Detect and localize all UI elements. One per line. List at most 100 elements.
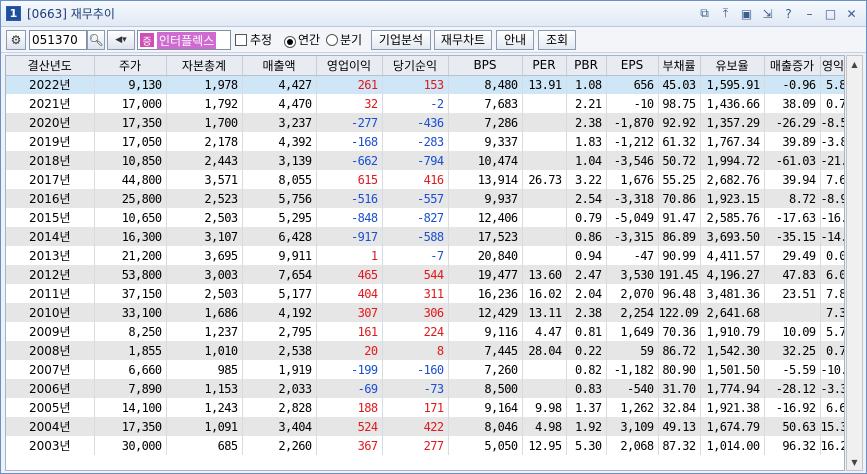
table-row[interactable]: 2015년 10,650 2,503 5,295 -848 -827 12,406 0.79-…	[6, 208, 844, 227]
scroll-down-icon[interactable]: ▼	[847, 454, 862, 470]
speaker-dropdown-icon[interactable]: ◀▾	[107, 30, 135, 50]
table-cell: -61.03	[764, 151, 821, 170]
search-button[interactable]: 조회	[538, 30, 576, 50]
settings-gear-icon[interactable]: ⚙	[6, 30, 26, 50]
column-header[interactable]: 부채률	[658, 56, 701, 76]
screenshot-icon[interactable]: ▣	[738, 5, 755, 22]
table-cell: 7.80	[820, 284, 844, 303]
table-row[interactable]: 2008년 1,855 1,010 2,538 20 8 7,445 28.04 0.22 59 8…	[6, 341, 844, 360]
table-row[interactable]: 2021년 17,000 1,792 4,470 32 -2 7,683 2.21 -10 98.…	[6, 94, 844, 113]
column-header[interactable]: 매출증가	[764, 56, 821, 76]
column-header[interactable]: EPS	[606, 56, 659, 76]
column-header[interactable]: 자본총계	[166, 56, 243, 76]
vertical-scrollbar[interactable]: ▲ ▼	[846, 55, 863, 471]
table-cell: 3,404	[242, 417, 317, 436]
table-row[interactable]: 2020년 17,350 1,700 3,237 -277 -436 7,286 2.38 -1…	[6, 113, 844, 132]
company-name-box[interactable]: 증 인터플렉스	[137, 30, 231, 50]
table-cell: 1.83	[566, 132, 607, 151]
table-cell: 1,243	[166, 398, 243, 417]
table-cell: 3,693.50	[700, 227, 765, 246]
table-row[interactable]: 2009년 8,250 1,237 2,795 161 224 9,116 4.47 0.81 1…	[6, 322, 844, 341]
table-row[interactable]: 2012년 53,800 3,003 7,654 465 544 19,477 13.60 2.…	[6, 265, 844, 284]
table-row[interactable]: 2010년 33,100 1,686 4,192 307 306 12,429 13.11 2.…	[6, 303, 844, 322]
table-row[interactable]: 2013년 21,200 3,695 9,911 1 -7 20,840 0.94 -47 90.…	[6, 246, 844, 265]
column-header[interactable]: 매출액	[242, 56, 317, 76]
column-header[interactable]: PBR	[566, 56, 607, 76]
column-header[interactable]: PER	[522, 56, 567, 76]
table-cell: 1,855	[94, 341, 167, 360]
table-cell: 524	[316, 417, 383, 436]
table-cell: 191.45	[658, 265, 701, 284]
table-cell: 153	[382, 75, 449, 94]
table-cell: 416	[382, 170, 449, 189]
table-cell: -2	[382, 94, 449, 113]
table-cell: 8,480	[448, 75, 523, 94]
table-cell: -277	[316, 113, 383, 132]
table-cell: 6.66	[820, 398, 844, 417]
table-cell: 50.63	[764, 417, 821, 436]
column-header[interactable]: 유보율	[700, 56, 765, 76]
table-cell: 9,130	[94, 75, 167, 94]
company-analysis-button[interactable]: 기업분석	[371, 30, 431, 50]
table-cell: 4.47	[522, 322, 567, 341]
table-row[interactable]: 2022년 9,130 1,978 4,427 261 153 8,480 13.91 1.08…	[6, 75, 844, 94]
maximize-icon[interactable]: □	[822, 5, 839, 22]
table-cell: 15.39	[820, 417, 844, 436]
table-row[interactable]: 2011년 37,150 2,503 5,177 404 311 16,236 16.02 2.…	[6, 284, 844, 303]
table-row[interactable]: 2004년 17,350 1,091 3,404 524 422 8,046 4.98 1.92…	[6, 417, 844, 436]
table-row[interactable]: 2007년 6,660 985 1,919 -199 -160 7,260 0.82 -1,18…	[6, 360, 844, 379]
table-cell: 29.49	[764, 246, 821, 265]
table-cell: 1.04	[566, 151, 607, 170]
table-cell	[522, 132, 567, 151]
table-cell: 23.51	[764, 284, 821, 303]
column-header[interactable]: 결산년도	[6, 56, 95, 76]
annual-radio[interactable]	[284, 34, 296, 54]
resize-icon[interactable]: ⇲	[759, 5, 776, 22]
table-row[interactable]: 2016년 25,800 2,523 5,756 -516 -557 9,937 2.54 -3…	[6, 189, 844, 208]
column-header[interactable]: 영업이익	[316, 56, 383, 76]
link-icon[interactable]: ⧉	[696, 5, 713, 22]
table-cell: 3,139	[242, 151, 317, 170]
column-header[interactable]: 주가	[94, 56, 167, 76]
stock-code-input[interactable]: 051370	[29, 30, 87, 50]
table-row[interactable]: 2005년 14,100 1,243 2,828 188 171 9,164 9.98 1.37…	[6, 398, 844, 417]
column-header[interactable]: BPS	[448, 56, 523, 76]
table-row[interactable]: 2017년 44,800 3,571 8,055 615 416 13,914 26.73 3.…	[6, 170, 844, 189]
table-cell: 1,767.34	[700, 132, 765, 151]
table-cell: 2.21	[566, 94, 607, 113]
table-cell: 1,676	[606, 170, 659, 189]
guide-button[interactable]: 안내	[496, 30, 534, 50]
table-cell: 2011년	[6, 284, 95, 303]
financial-chart-button[interactable]: 재무차트	[434, 30, 492, 50]
table-cell: 44,800	[94, 170, 167, 189]
table-row[interactable]: 2019년 17,050 2,178 4,392 -168 -283 9,337 1.83 -1…	[6, 132, 844, 151]
minimize-icon[interactable]: –	[801, 5, 818, 22]
table-row[interactable]: 2003년 30,000 685 2,260 367 277 5,050 12.95 5.30 2…	[6, 436, 844, 455]
table-cell: 2008년	[6, 341, 95, 360]
scroll-up-icon[interactable]: ▲	[847, 56, 862, 72]
table-cell: 5.30	[566, 436, 607, 455]
table-cell: 1,923.15	[700, 189, 765, 208]
estimate-checkbox[interactable]	[235, 34, 247, 54]
help-icon[interactable]: ?	[780, 5, 797, 22]
table-row[interactable]: 2014년 16,300 3,107 6,428 -917 -588 17,523 0.86-…	[6, 227, 844, 246]
table-row[interactable]: 2018년 10,850 2,443 3,139 -662 -794 10,474 1.04-…	[6, 151, 844, 170]
table-cell: 1,357.29	[700, 113, 765, 132]
table-cell: -3,318	[606, 189, 659, 208]
table-cell: 9.98	[522, 398, 567, 417]
table-cell: 1,686	[166, 303, 243, 322]
table-cell: 16,236	[448, 284, 523, 303]
table-cell: 2,178	[166, 132, 243, 151]
table-cell: 0.86	[566, 227, 607, 246]
table-cell: 4,411.57	[700, 246, 765, 265]
column-header[interactable]: 당기순익	[382, 56, 449, 76]
column-header[interactable]: 영익률	[820, 56, 844, 76]
search-icon[interactable]: 🔍︎	[87, 30, 105, 50]
table-cell: 2003년	[6, 436, 95, 455]
close-icon[interactable]: ✕	[843, 5, 860, 22]
quarter-radio[interactable]	[326, 34, 338, 54]
table-cell: 0.83	[566, 379, 607, 398]
table-cell: -26.29	[764, 113, 821, 132]
pin-top-icon[interactable]: ⤒	[717, 5, 734, 22]
table-row[interactable]: 2006년 7,890 1,153 2,033 -69 -73 8,500 0.83 -540 3…	[6, 379, 844, 398]
